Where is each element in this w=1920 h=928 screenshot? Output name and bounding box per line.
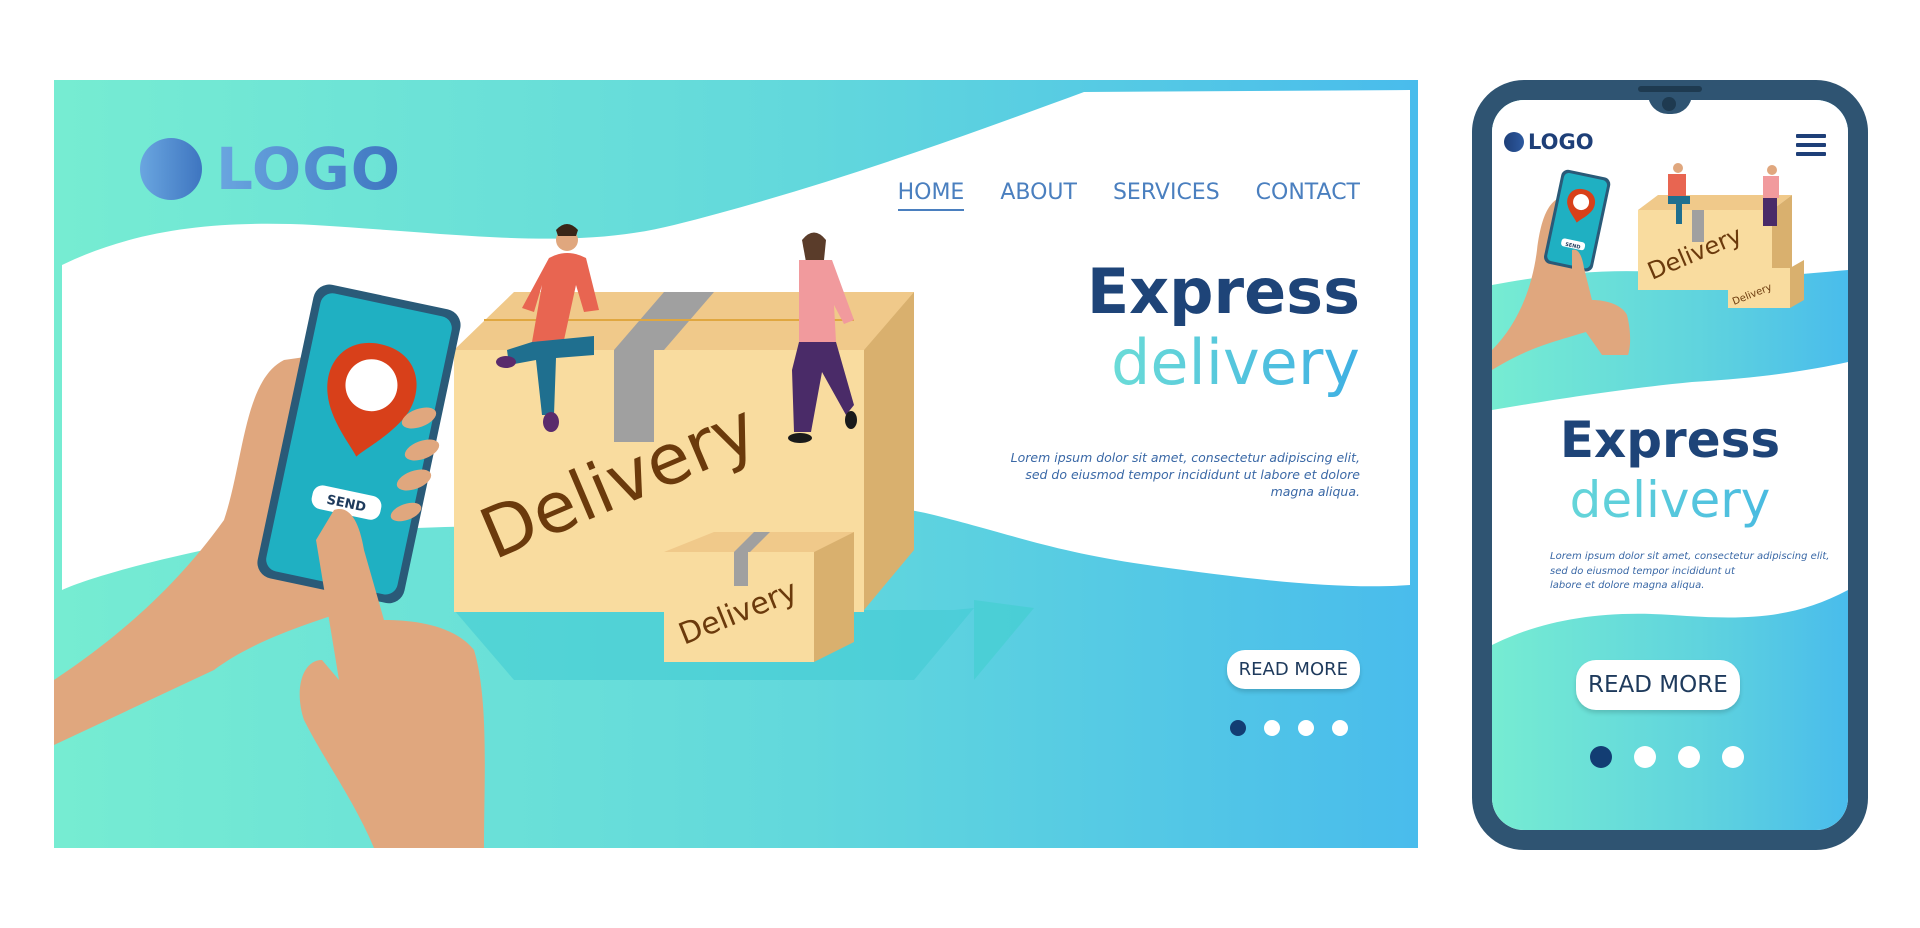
nav-services[interactable]: SERVICES bbox=[1113, 180, 1220, 211]
mobile-carousel-dot-1[interactable] bbox=[1590, 746, 1612, 768]
mobile-carousel-dot-2[interactable] bbox=[1634, 746, 1656, 768]
mobile-carousel-dots bbox=[1590, 746, 1744, 768]
carousel-dot-4[interactable] bbox=[1332, 720, 1348, 736]
read-more-button[interactable]: READ MORE bbox=[1226, 650, 1360, 689]
mobile-title-line1: Express bbox=[1559, 411, 1781, 469]
carousel-dots bbox=[1230, 720, 1348, 736]
carousel-dot-2[interactable] bbox=[1264, 720, 1280, 736]
nav-home[interactable]: HOME bbox=[897, 180, 965, 211]
mobile-screen: Delivery Delivery SEND LOGO Express deli… bbox=[1492, 100, 1848, 830]
mobile-read-more-button[interactable]: READ MORE bbox=[1576, 660, 1740, 710]
carousel-dot-1[interactable] bbox=[1230, 720, 1246, 736]
mobile-logo[interactable]: LOGO bbox=[1504, 130, 1594, 154]
mobile-carousel-dot-4[interactable] bbox=[1722, 746, 1744, 768]
mobile-device-frame: Delivery Delivery SEND LOGO Express deli… bbox=[1472, 80, 1868, 850]
mobile-hero-title: Express delivery bbox=[1492, 411, 1848, 530]
front-camera-icon bbox=[1662, 97, 1676, 111]
hand-holding-phone: SEND bbox=[54, 284, 485, 848]
circle-logo-icon bbox=[140, 138, 202, 200]
circle-logo-icon bbox=[1504, 132, 1524, 152]
mobile-desc-line: sed do eiusmod tempor incididunt ut bbox=[1550, 565, 1735, 577]
hero-title: Express delivery bbox=[1087, 256, 1360, 399]
mobile-desc-line: labore et dolore magna aliqua. bbox=[1550, 580, 1705, 591]
logo-text: LOGO bbox=[216, 135, 402, 203]
hero-description: Lorem ipsum dolor sit amet, consectetur … bbox=[1010, 450, 1360, 499]
mobile-desc-line: Lorem ipsum dolor sit amet, consectetur … bbox=[1550, 551, 1830, 562]
mobile-carousel-dot-3[interactable] bbox=[1678, 746, 1700, 768]
hero-title-line1: Express bbox=[1086, 255, 1360, 328]
hamburger-menu-icon[interactable] bbox=[1796, 134, 1826, 156]
hero-title-line2: delivery bbox=[1087, 327, 1360, 399]
desktop-landing-page: Delivery Delivery SEND LOGO HOME ABOUT S… bbox=[54, 80, 1418, 848]
logo[interactable]: LOGO bbox=[140, 138, 401, 200]
nav-about[interactable]: ABOUT bbox=[1000, 180, 1077, 211]
nav-contact[interactable]: CONTACT bbox=[1256, 180, 1360, 211]
mobile-logo-text: LOGO bbox=[1528, 130, 1594, 154]
speaker-grille bbox=[1638, 86, 1702, 92]
mobile-hero-description: Lorem ipsum dolor sit amet, consectetur … bbox=[1550, 550, 1830, 594]
mobile-title-line2: delivery bbox=[1492, 470, 1848, 530]
main-nav: HOME ABOUT SERVICES CONTACT bbox=[897, 180, 1360, 211]
carousel-dot-3[interactable] bbox=[1298, 720, 1314, 736]
